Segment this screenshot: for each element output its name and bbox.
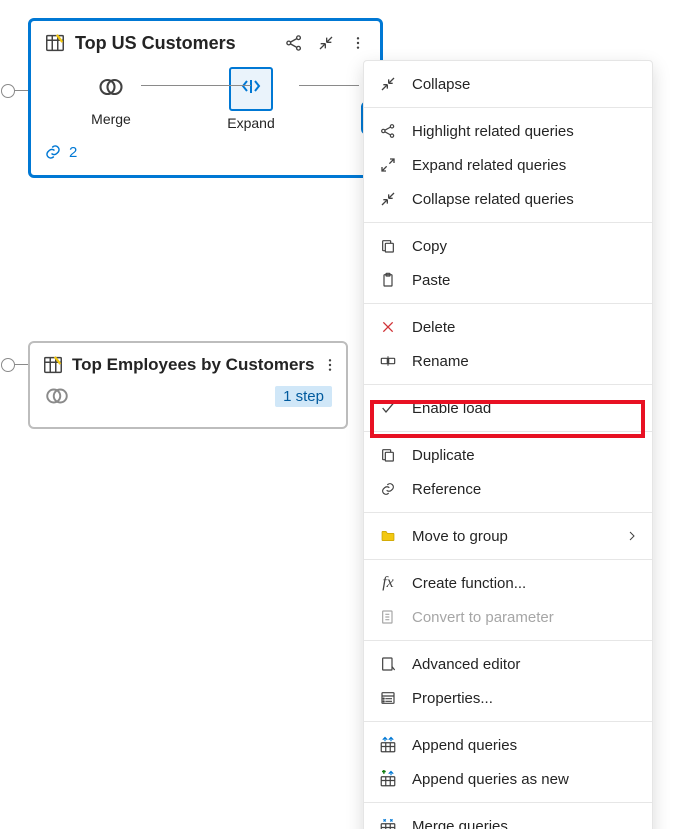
card-header: Top US Customers (31, 21, 380, 63)
menu-item-append-queries[interactable]: Append queries (364, 728, 652, 762)
merge-icon (378, 816, 398, 829)
function-icon: fx (378, 573, 398, 593)
menu-item-properties[interactable]: Properties... (364, 681, 652, 715)
menu-separator (364, 640, 652, 641)
card-header: Top Employees by Customers (30, 343, 346, 381)
menu-item-collapse[interactable]: Collapse (364, 67, 652, 101)
flow-line (299, 85, 359, 86)
query-table-icon (42, 353, 64, 377)
menu-separator (364, 721, 652, 722)
share-icon[interactable] (282, 31, 306, 55)
menu-separator (364, 802, 652, 803)
diagram-canvas: Top US Customers (0, 0, 678, 829)
paste-icon (378, 270, 398, 290)
card-footer[interactable]: 2 (31, 139, 380, 171)
collapse-icon (378, 189, 398, 209)
chevron-right-icon (626, 530, 638, 542)
collapse-icon (378, 74, 398, 94)
menu-item-duplicate[interactable]: Duplicate (364, 438, 652, 472)
menu-item-paste[interactable]: Paste (364, 263, 652, 297)
menu-separator (364, 222, 652, 223)
menu-separator (364, 303, 652, 304)
step-label: Expand (227, 115, 274, 131)
menu-item-advanced-editor[interactable]: Advanced editor (364, 647, 652, 681)
menu-separator (364, 107, 652, 108)
one-step-badge[interactable]: 1 step (275, 386, 332, 407)
step-merge[interactable]: Merge (71, 67, 151, 127)
menu-item-rename[interactable]: Rename (364, 344, 652, 378)
menu-separator (364, 559, 652, 560)
context-menu: Collapse Highlight related queries Expan… (363, 60, 653, 829)
menu-item-highlight-related[interactable]: Highlight related queries (364, 114, 652, 148)
reference-count: 2 (69, 144, 77, 161)
flow-line (141, 85, 251, 86)
folder-icon (378, 526, 398, 546)
merge-step-icon (91, 67, 131, 107)
step-expand[interactable]: Expand (211, 67, 291, 131)
menu-item-move-to-group[interactable]: Move to group (364, 519, 652, 553)
rename-icon (378, 351, 398, 371)
reference-icon (378, 479, 398, 499)
more-options-icon[interactable] (346, 31, 370, 55)
parameter-icon (378, 607, 398, 627)
copy-icon (378, 236, 398, 256)
menu-item-expand-related[interactable]: Expand related queries (364, 148, 652, 182)
menu-item-enable-load[interactable]: Enable load (364, 391, 652, 425)
advanced-editor-icon (378, 654, 398, 674)
menu-item-delete[interactable]: Delete (364, 310, 652, 344)
menu-item-collapse-related[interactable]: Collapse related queries (364, 182, 652, 216)
expand-icon (378, 155, 398, 175)
query-card-top-us-customers[interactable]: Top US Customers (28, 18, 383, 178)
menu-separator (364, 431, 652, 432)
menu-item-reference[interactable]: Reference (364, 472, 652, 506)
menu-separator (364, 512, 652, 513)
card-title: Top US Customers (75, 33, 274, 54)
connector-dot (1, 358, 15, 372)
collapse-icon[interactable] (314, 31, 338, 55)
query-table-icon (43, 31, 67, 55)
menu-item-create-function[interactable]: fx Create function... (364, 566, 652, 600)
connector-line (14, 90, 28, 91)
menu-item-convert-to-parameter: Convert to parameter (364, 600, 652, 634)
step-label: Merge (91, 111, 131, 127)
card-title: Top Employees by Customers (72, 355, 314, 375)
menu-item-copy[interactable]: Copy (364, 229, 652, 263)
link-icon (43, 143, 63, 161)
card-body: Merge Expand (31, 63, 380, 139)
checkmark-icon (378, 398, 398, 418)
delete-icon (378, 317, 398, 337)
append-new-icon (378, 769, 398, 789)
properties-icon (378, 688, 398, 708)
menu-item-merge-queries[interactable]: Merge queries (364, 809, 652, 829)
menu-item-append-queries-new[interactable]: Append queries as new (364, 762, 652, 796)
share-icon (378, 121, 398, 141)
append-icon (378, 735, 398, 755)
connector-dot (1, 84, 15, 98)
query-card-top-employees[interactable]: Top Employees by Customers 1 step (28, 341, 348, 429)
duplicate-icon (378, 445, 398, 465)
expand-step-icon (229, 67, 273, 111)
connector-line (14, 364, 28, 365)
merge-step-icon[interactable] (44, 383, 70, 409)
more-options-icon[interactable] (322, 353, 338, 377)
menu-separator (364, 384, 652, 385)
